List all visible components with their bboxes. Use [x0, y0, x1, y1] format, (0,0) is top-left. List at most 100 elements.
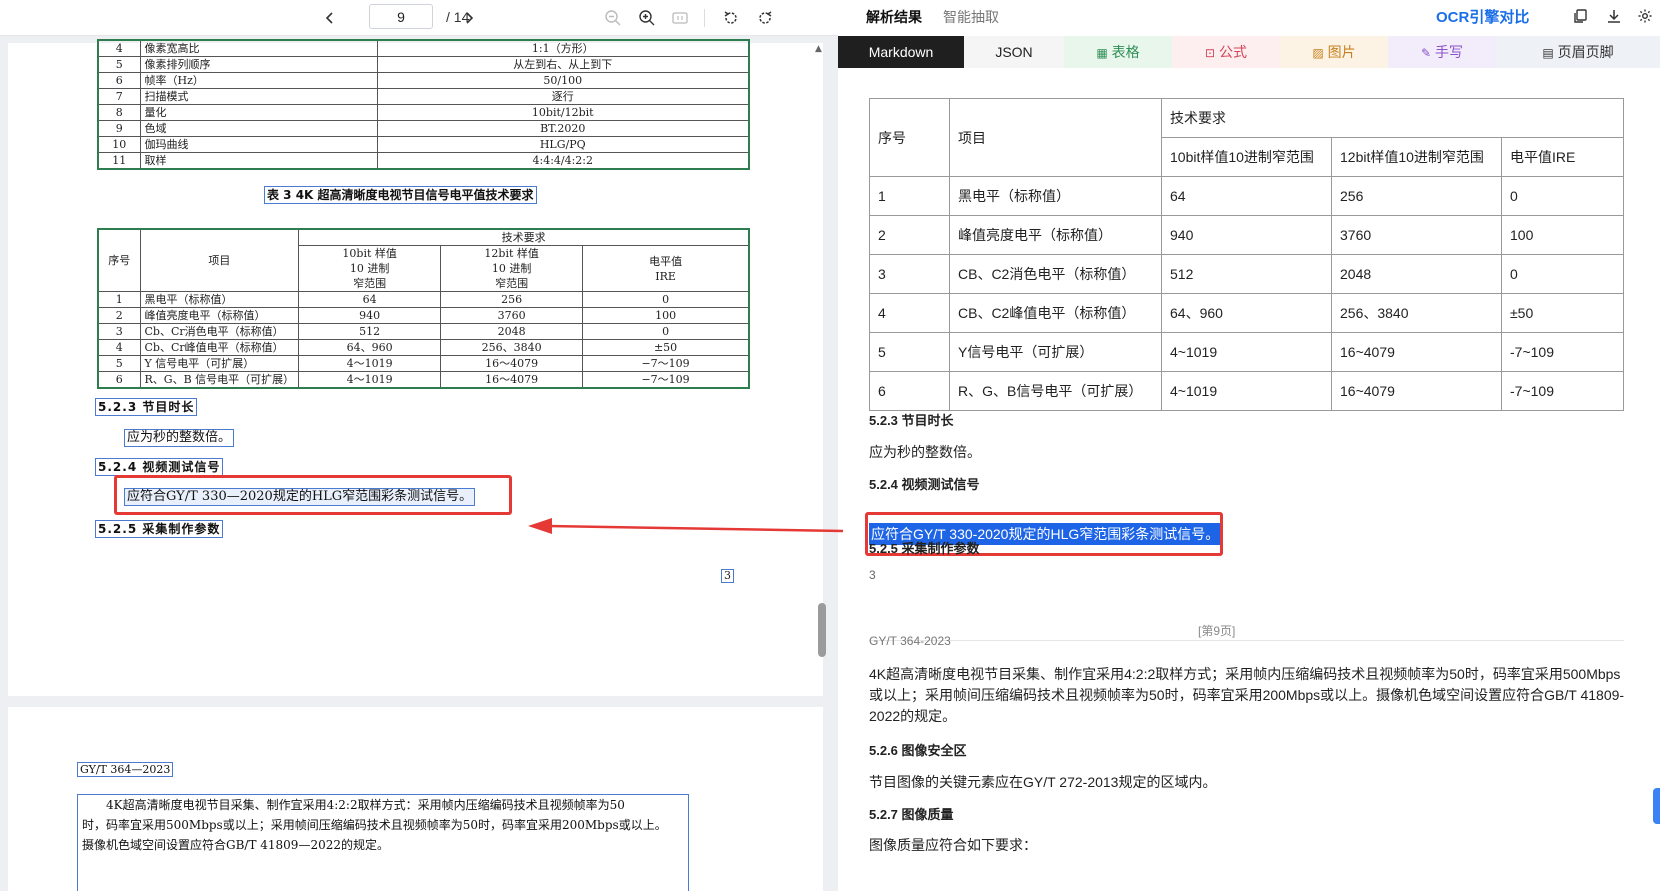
download-button[interactable]	[1605, 7, 1623, 25]
toolbar-divider	[704, 9, 705, 27]
table-row: 8 量化 10bit/12bit	[97, 104, 750, 121]
scroll-up-arrow[interactable]: ▲	[815, 44, 822, 54]
table-row: 6 R、G、B 信号电平（可扩展） 4～1019 16～4079 −7～109	[97, 371, 750, 389]
tab-json[interactable]: JSON	[964, 36, 1064, 68]
next-page-button[interactable]	[459, 8, 479, 28]
level-index-cell: 3	[97, 323, 141, 340]
md-index-cell: 3	[869, 254, 950, 294]
md-item-cell: Y信号电平（可扩展）	[949, 332, 1162, 372]
level-index-cell: 6	[97, 371, 141, 389]
md-paragraph: 4K超高清晰度电视节目采集、制作宜采用4:2:2取样方式；采用帧内压缩编码技术且…	[869, 664, 1629, 727]
table-row: 4 CB、C2峰值电平（标称值） 64、960 256、3840 ±50	[869, 293, 1624, 333]
page-divider	[869, 640, 1624, 641]
level-item-cell: Cb、Cr消色电平（标称值）	[139, 323, 300, 340]
table-row: 6 R、G、B信号电平（可扩展） 4~1019 16~4079 -7~109	[869, 371, 1624, 411]
table-row: 5Y 信号电平（可扩展） 4～1019 16～4079 −7～109	[97, 355, 750, 372]
table-row: 5 Y信号电平（可扩展） 4~1019 16~4079 -7~109	[869, 332, 1624, 372]
tab-table[interactable]: ▦ 表格	[1064, 36, 1172, 68]
tab-image[interactable]: ▨ 图片	[1280, 36, 1388, 68]
specs-param-cell: 帧率（Hz）	[139, 72, 378, 89]
specs-value-cell: 从左到右、从上到下	[376, 56, 750, 73]
copy-button[interactable]	[1571, 7, 1589, 25]
md-ire-cell: -7~109	[1501, 332, 1624, 372]
header-ire: 电平值 IRE	[582, 245, 750, 292]
prev-page-button[interactable]	[320, 8, 340, 28]
table-row: 5 像素排列顺序 从左到右、从上到下	[97, 56, 750, 73]
page2-paragraph-line: 时，码率宜采用500Mbps或以上；采用帧间压缩编码技术且视频帧率为50时，码率…	[82, 818, 667, 832]
header-12bit-line: 12bit 样值	[484, 247, 539, 260]
section-5-2-4-heading: 5.2.4 视频测试信号	[95, 458, 224, 476]
pdf-scrollbar-thumb[interactable]	[818, 603, 826, 657]
rotate-right-button[interactable]	[755, 8, 775, 28]
tab-image-label: 图片	[1327, 44, 1356, 60]
tab-parse-result[interactable]: 解析结果	[866, 7, 922, 27]
level-10bit-cell: 4～1019	[298, 355, 442, 372]
table-row: 11 取样 4:4:4/4:2:2	[97, 152, 750, 170]
table-row: 3 Cb、Cr消色电平（标称值） 512 2048 0	[97, 323, 750, 340]
section-5-2-3-body: 应为秒的整数倍。	[124, 429, 235, 447]
table-row: 2 峰值亮度电平（标称值） 940 3760 100	[97, 307, 750, 324]
pdf-viewer: / 14 4像素宽高比1:1（方形）5像素排列顺序从左到右、从上到下6帧率（Hz…	[0, 0, 838, 891]
tab-json-label: JSON	[995, 44, 1033, 60]
specs-param-cell: 量化	[139, 104, 378, 121]
page2-paragraph-line: 4K超高清晰度电视节目采集、制作宜采用4:2:2取样方式：采用帧内压缩编码技术且…	[106, 798, 625, 812]
specs-param-cell: 像素排列顺序	[139, 56, 378, 73]
zoom-out-button[interactable]	[603, 8, 623, 28]
md-item-cell: 峰值亮度电平（标称值）	[949, 215, 1162, 255]
actual-size-button[interactable]	[670, 8, 690, 28]
tab-markdown[interactable]: Markdown	[838, 36, 964, 68]
zoom-in-button[interactable]	[637, 8, 657, 28]
formula-icon: ⊡	[1204, 46, 1216, 60]
table3-caption: 表 3 4K 超高清晰度电视节目信号电平值技术要求	[264, 186, 537, 204]
specs-param-cell: 色域	[139, 120, 378, 137]
specs-param-cell: 伽玛曲线	[139, 136, 378, 153]
table-row: 1 黑电平（标称值） 64 256 0	[97, 291, 750, 308]
md-section-5-2-6-body: 节目图像的关键元素应在GY/T 272-2013规定的区域内。	[869, 774, 1217, 790]
page-number-input[interactable]	[369, 4, 433, 29]
settings-button[interactable]	[1636, 7, 1654, 25]
tab-formula[interactable]: ⊡ 公式	[1172, 36, 1280, 68]
tab-header-footer[interactable]: ▤ 页眉页脚	[1496, 36, 1660, 68]
format-tabs: Markdown JSON ▦ 表格 ⊡ 公式 ▨ 图片 ✎ 手写 ▤ 页眉页脚	[838, 36, 1660, 68]
table-row: 7 扫描模式 逐行	[97, 88, 750, 105]
level-ire-cell: 0	[582, 291, 750, 308]
level-10bit-cell: 940	[298, 307, 442, 324]
chevron-left-icon	[325, 12, 333, 24]
ocr-compare-link[interactable]: OCR引擎对比	[1436, 6, 1529, 27]
header-index: 序号	[97, 228, 141, 292]
md-section-5-2-3-body: 应为秒的整数倍。	[869, 444, 981, 460]
table-row: 1 黑电平（标称值） 64 256 0	[869, 176, 1624, 216]
specs-param-cell: 像素宽高比	[139, 39, 378, 57]
zoom-out-icon	[605, 10, 621, 26]
specs-param-cell: 取样	[139, 152, 378, 170]
md-ire-cell: 0	[1501, 254, 1624, 294]
page2-paragraph: 4K超高清晰度电视节目采集、制作宜采用4:2:2取样方式：采用帧内压缩编码技术且…	[77, 794, 689, 891]
header-ire-line: IRE	[655, 269, 676, 283]
md-header-item: 项目	[949, 98, 1162, 177]
level-item-cell: R、G、B 信号电平（可扩展）	[139, 371, 300, 389]
md-ire-cell: ±50	[1501, 293, 1624, 333]
specs-value-cell: HLG/PQ	[376, 136, 750, 153]
md-item-cell: CB、C2消色电平（标称值）	[949, 254, 1162, 294]
md-ire-cell: 100	[1501, 215, 1624, 255]
header-10bit: 10bit 样值 10 进制 窄范围	[298, 245, 442, 292]
md-12bit-cell: 2048	[1331, 254, 1502, 294]
level-ire-cell: ±50	[582, 339, 750, 356]
tab-smart-extract[interactable]: 智能抽取	[943, 7, 999, 27]
pdf-toolbar: / 14	[0, 0, 838, 36]
specs-index-cell: 10	[97, 136, 141, 153]
tab-handwriting[interactable]: ✎ 手写	[1388, 36, 1496, 68]
md-section-5-2-5: 5.2.5 采集制作参数	[869, 541, 980, 556]
chevron-right-icon	[466, 12, 474, 24]
specs-table: 4 像素宽高比 1:1（方形） 5 像素排列顺序 从左到右、从上到下 6 帧率（Hz） 50/1…	[97, 39, 750, 170]
specs-index-cell: 5	[97, 56, 141, 73]
md-index-cell: 5	[869, 332, 950, 372]
side-float-widget[interactable]	[1653, 788, 1660, 824]
level-index-cell: 1	[97, 291, 141, 308]
rotate-left-button[interactable]	[721, 8, 741, 28]
specs-index-cell: 4	[97, 39, 141, 57]
tab-formula-label: 公式	[1219, 44, 1248, 60]
md-10bit-cell: 512	[1161, 254, 1332, 294]
level-item-cell: 峰值亮度电平（标称值）	[139, 307, 300, 324]
table-row: 4 像素宽高比 1:1（方形）	[97, 39, 750, 57]
